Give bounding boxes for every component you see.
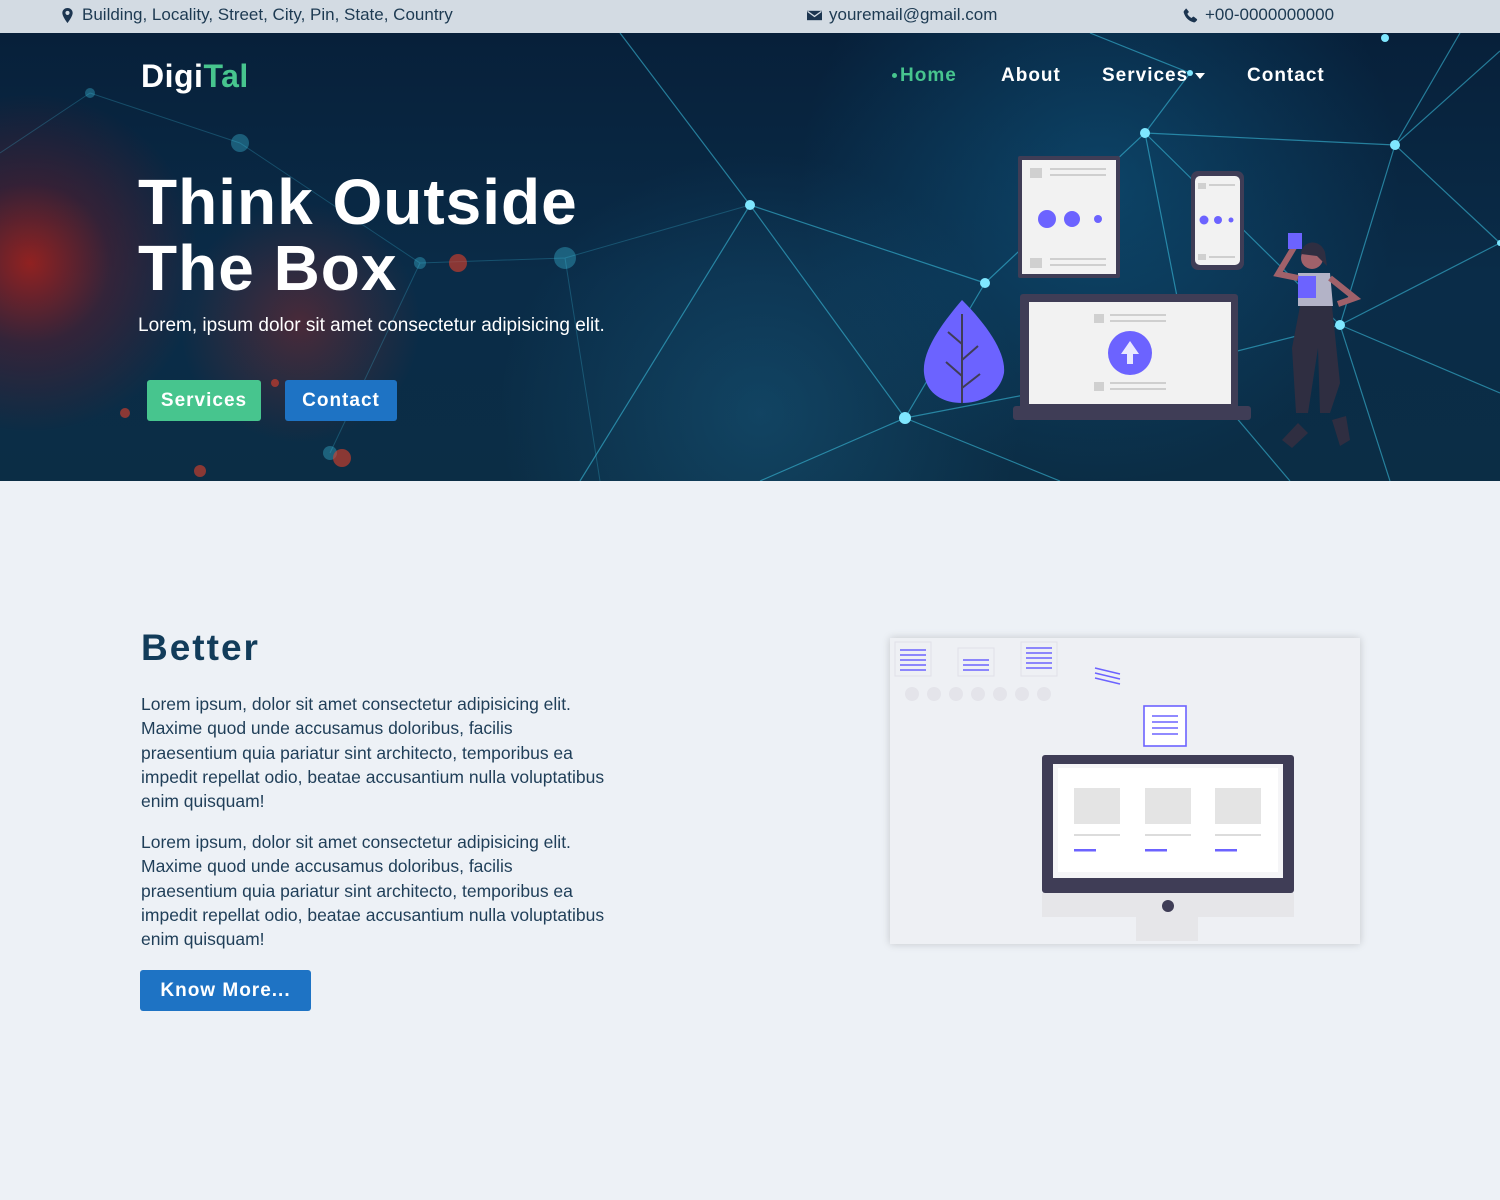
phone-icon [1183, 7, 1198, 22]
logo-main-text: Digi [141, 58, 204, 94]
about-illustration-card [890, 638, 1360, 944]
hero-section: DigiTal Home About Services Contact Thin… [0, 33, 1500, 481]
nav-about[interactable]: About [1001, 65, 1061, 87]
hero-devices-illustration [923, 156, 1362, 448]
hero-subtitle: Lorem, ipsum dolor sit amet consectetur … [138, 315, 605, 336]
hero-title-line2: The Box [138, 232, 398, 304]
nav-services-dropdown[interactable]: Services [1102, 65, 1206, 87]
section-title: Better [141, 627, 260, 668]
about-paragraph-1: Lorem ipsum, dolor sit amet consectetur … [141, 694, 605, 812]
address-info: Building, Locality, Street, City, Pin, S… [60, 5, 453, 25]
nav-about-label: About [1001, 65, 1061, 86]
nav-services-label: Services [1102, 65, 1189, 86]
nav-contact-label: Contact [1247, 65, 1325, 86]
email-text[interactable]: youremail@gmail.com [829, 5, 997, 25]
hero-title-line1: Think Outside [138, 166, 578, 238]
hero-title: Think Outside The Box [138, 169, 658, 301]
about-paragraph-2: Lorem ipsum, dolor sit amet consectetur … [141, 832, 605, 950]
contact-button[interactable]: Contact [285, 380, 397, 421]
active-dot-icon [892, 73, 897, 79]
nav-home-label: Home [900, 65, 957, 86]
address-text: Building, Locality, Street, City, Pin, S… [82, 5, 453, 24]
email-info[interactable]: youremail@gmail.com [807, 5, 997, 25]
logo-accent-text: Tal [203, 58, 249, 94]
brand-logo[interactable]: DigiTal [141, 58, 249, 95]
map-pin-icon [62, 7, 73, 23]
nav-contact[interactable]: Contact [1247, 65, 1325, 87]
top-info-bar: Building, Locality, Street, City, Pin, S… [0, 0, 1500, 33]
phone-info[interactable]: +00-0000000000 [1183, 5, 1334, 25]
phone-text[interactable]: +00-0000000000 [1205, 5, 1334, 25]
services-button[interactable]: Services [147, 380, 261, 421]
know-more-button[interactable]: Know More... [140, 970, 311, 1011]
web-design-illustration [894, 641, 1294, 941]
nav-home[interactable]: Home [892, 65, 957, 87]
caret-down-icon [1195, 72, 1206, 79]
envelope-icon [807, 10, 822, 20]
